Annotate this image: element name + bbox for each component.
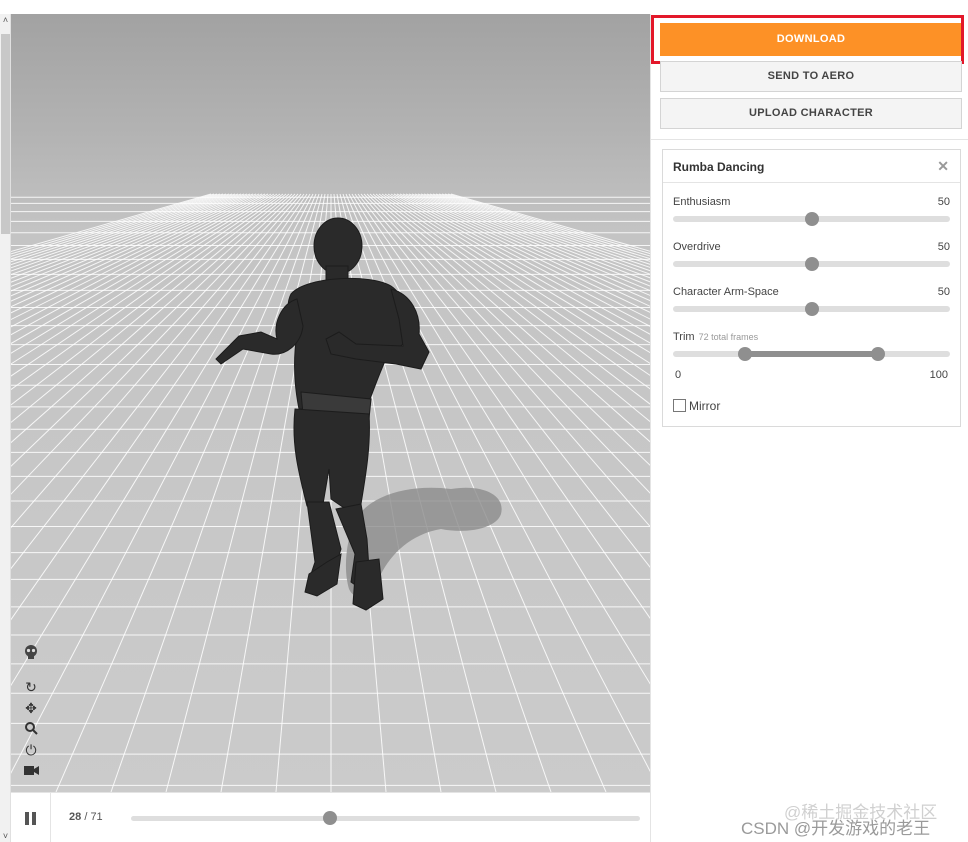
- camera-icon[interactable]: [23, 763, 39, 779]
- reset-rotate-icon[interactable]: ↻: [23, 679, 39, 695]
- pause-button[interactable]: [11, 793, 51, 842]
- frame-counter: 28 / 71: [69, 811, 103, 823]
- grid-line: [11, 193, 296, 467]
- trim-max-label: 100: [929, 369, 948, 381]
- trim-end-knob[interactable]: [870, 347, 885, 361]
- slider-knob[interactable]: [804, 257, 819, 271]
- param-value: 50: [937, 286, 950, 298]
- trim-label: Trim 72 total frames: [673, 331, 759, 343]
- arm-space-slider[interactable]: [673, 302, 950, 316]
- current-frame: 28: [69, 811, 82, 823]
- page: ˄ ˅ ↻ ✥ ⏻ 28 / 71 DOWNLOAD SEND TO AERO …: [0, 0, 968, 842]
- zoom-icon[interactable]: [23, 721, 39, 737]
- enthusiasm-slider[interactable]: [673, 212, 950, 226]
- trim-start-knob[interactable]: [738, 347, 753, 361]
- grid-line: [11, 193, 239, 279]
- timeline-scrubber[interactable]: [322, 811, 337, 825]
- trim-min-label: 0: [675, 369, 682, 381]
- grid-line: [11, 193, 311, 687]
- total-frames: 71: [90, 811, 103, 823]
- floor-grid: [11, 193, 650, 792]
- upload-character-button[interactable]: UPLOAD CHARACTER: [660, 98, 962, 129]
- grid-line: [11, 193, 251, 297]
- 3d-viewport[interactable]: ↻ ✥ ⏻: [11, 14, 650, 792]
- scroll-up-icon[interactable]: ˄: [0, 14, 11, 26]
- timeline-bar: 28 / 71: [11, 792, 650, 842]
- trim-range-slider[interactable]: [673, 347, 950, 361]
- power-icon[interactable]: ⏻: [23, 742, 39, 758]
- skeleton-icon[interactable]: [23, 644, 39, 660]
- vertical-scrollbar[interactable]: ˄ ˅: [0, 14, 11, 842]
- grid-line: [11, 193, 314, 774]
- animation-settings-card: Rumba Dancing ✕ Enthusiasm 50 Overdrive …: [662, 149, 961, 427]
- timeline-track[interactable]: [131, 811, 640, 825]
- param-value: 50: [937, 241, 950, 253]
- param-value: 50: [937, 196, 950, 208]
- mirror-label: Mirror: [689, 399, 721, 413]
- scroll-thumb[interactable]: [1, 34, 10, 234]
- slider-knob[interactable]: [804, 302, 819, 316]
- param-label: Enthusiasm: [673, 196, 731, 208]
- scroll-down-icon[interactable]: ˅: [0, 830, 11, 842]
- grid-line: [110, 193, 320, 792]
- slider-knob[interactable]: [804, 212, 819, 226]
- param-label: Overdrive: [673, 241, 721, 253]
- trim-note: 72 total frames: [698, 332, 759, 342]
- mirror-checkbox[interactable]: [673, 399, 686, 412]
- animation-title: Rumba Dancing: [673, 160, 765, 174]
- grid-line: [11, 193, 293, 444]
- panel-separator: [651, 139, 968, 140]
- param-label: Character Arm-Space: [673, 286, 779, 298]
- trim-range-fill: [745, 351, 878, 357]
- grid-line: [11, 193, 233, 272]
- close-icon[interactable]: ✕: [937, 158, 949, 175]
- mirror-option[interactable]: Mirror: [673, 399, 720, 413]
- grid-line: [55, 193, 317, 792]
- grid-line: [11, 193, 302, 529]
- download-highlight-box: [651, 15, 964, 64]
- grid-line: [11, 193, 290, 424]
- watermark-line2: CSDN @开发游戏的老王: [741, 819, 931, 838]
- grid-line: [11, 193, 227, 266]
- card-header: Rumba Dancing ✕: [663, 150, 960, 183]
- pause-icon: [25, 812, 29, 825]
- grid-line: [11, 193, 230, 269]
- move-icon[interactable]: ✥: [23, 700, 39, 716]
- send-to-aero-button[interactable]: SEND TO AERO: [660, 61, 962, 92]
- overdrive-slider[interactable]: [673, 257, 950, 271]
